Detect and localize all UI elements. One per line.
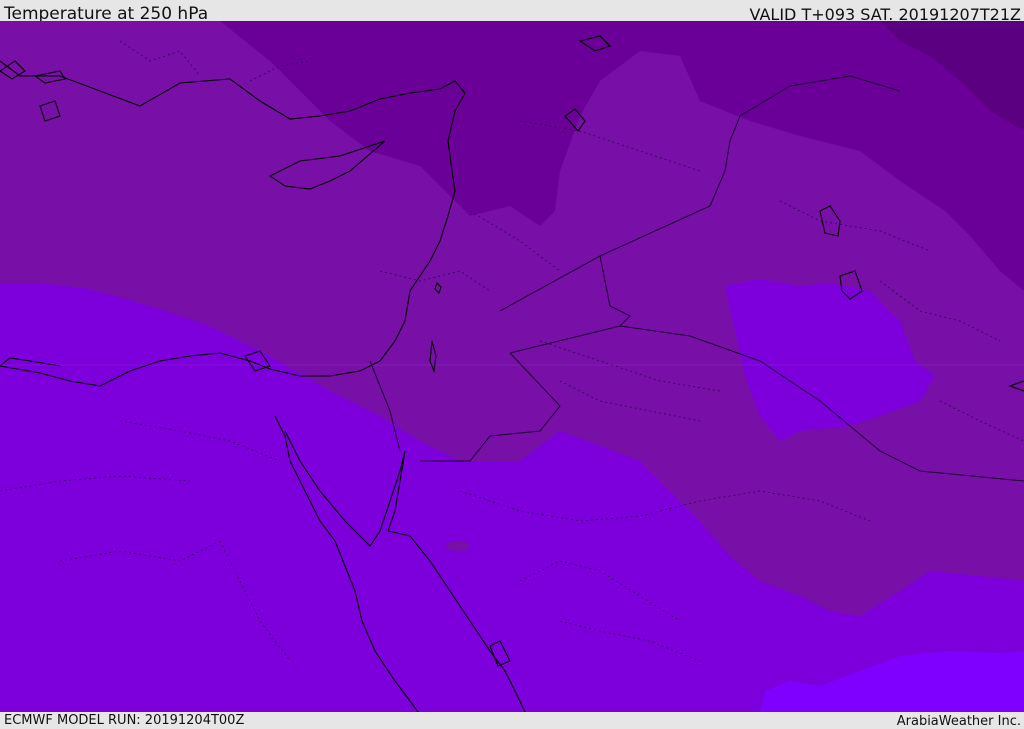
warm-blob-red-sea: [446, 541, 470, 551]
map-canvas: [0, 21, 1024, 712]
header-bar: Temperature at 250 hPa VALID T+093 SAT. …: [0, 0, 1024, 24]
footer-bar: ECMWF MODEL RUN: 20191204T00Z ArabiaWeat…: [0, 712, 1024, 729]
credit-label: ArabiaWeather Inc.: [896, 714, 1021, 729]
temperature-map[interactable]: [0, 21, 1024, 712]
model-run-label: ECMWF MODEL RUN: 20191204T00Z: [4, 713, 245, 728]
warm-blob-sinai: [400, 483, 440, 495]
